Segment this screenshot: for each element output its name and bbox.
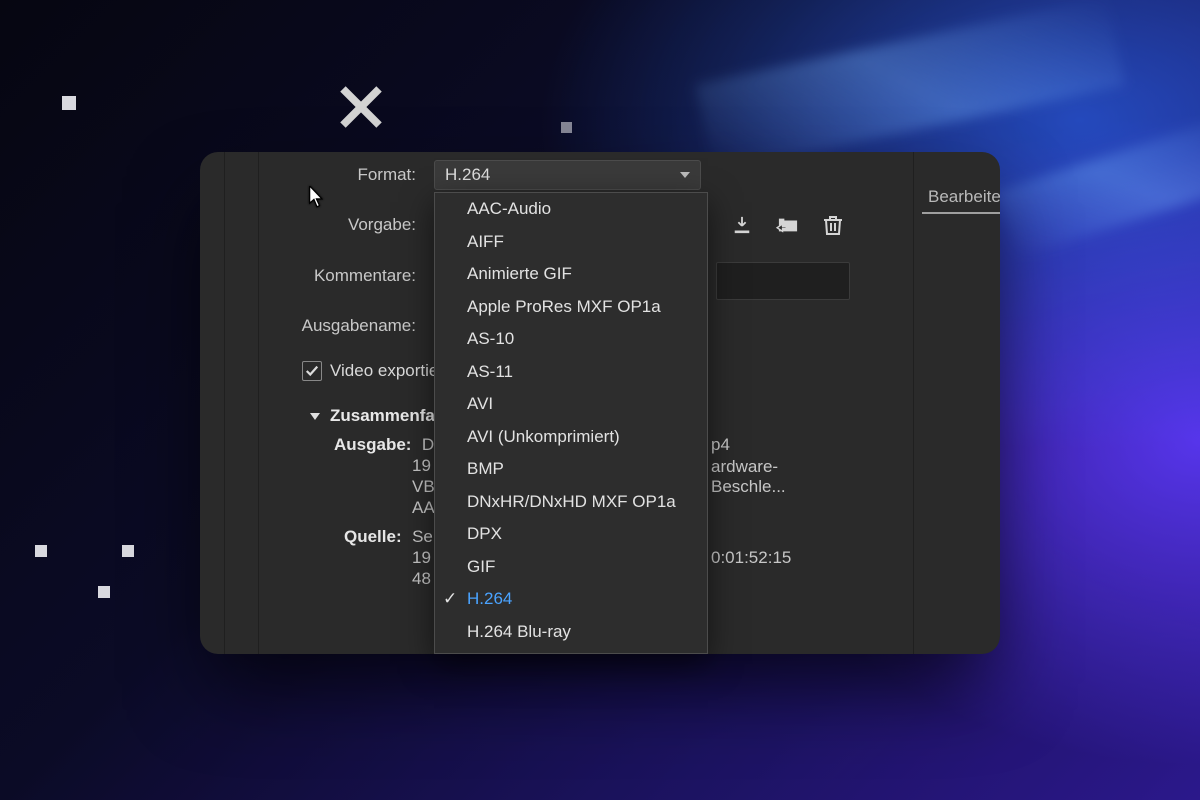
format-option-label: AIFF (467, 232, 504, 252)
format-option-label: DNxHR/DNxHD MXF OP1a (467, 492, 676, 512)
label-source: Quelle: (344, 527, 402, 546)
format-dropdown[interactable]: H.264 (434, 160, 701, 190)
format-option-label: AVI (Unkomprimiert) (467, 427, 620, 447)
summary-source: Se (412, 527, 433, 546)
export-video-checkbox[interactable] (302, 361, 322, 381)
download-icon[interactable] (731, 215, 753, 235)
format-option[interactable]: GIF (435, 551, 707, 584)
format-option-label: H.264 Blu-ray (467, 622, 571, 642)
format-selected-value: H.264 (445, 165, 490, 185)
summary-toggle[interactable]: Zusammenfa (310, 406, 435, 426)
format-option[interactable]: AIFF (435, 226, 707, 259)
close-icon[interactable] (332, 78, 390, 136)
format-option[interactable]: ✓ H.264 (435, 583, 707, 616)
summary-hw: ardware-Beschle... (711, 457, 850, 497)
format-option[interactable]: AS-10 (435, 323, 707, 356)
format-option[interactable]: Animierte GIF (435, 258, 707, 291)
decor-square (561, 122, 572, 133)
folder-arrow-icon[interactable] (775, 215, 801, 235)
format-option-label: Apple ProRes MXF OP1a (467, 297, 661, 317)
format-option[interactable]: HEVC (H.265) (435, 648, 707, 654)
comments-input[interactable] (716, 262, 850, 300)
format-option-label: AAC-Audio (467, 199, 551, 219)
format-option-label: Animierte GIF (467, 264, 572, 284)
decor-square (62, 96, 76, 110)
label-format: Format: (216, 165, 416, 185)
decor-square (122, 545, 134, 557)
format-option[interactable]: AVI (Unkomprimiert) (435, 421, 707, 454)
format-option[interactable]: BMP (435, 453, 707, 486)
format-option[interactable]: AAC-Audio (435, 193, 707, 226)
summary-timecode: 0:01:52:15 (711, 548, 791, 568)
checkmark-icon: ✓ (443, 589, 457, 609)
format-option[interactable]: AS-11 (435, 356, 707, 389)
chevron-down-icon (310, 413, 320, 420)
format-option-label: AVI (467, 394, 493, 414)
tab-edit[interactable]: Bearbeite (922, 182, 1000, 214)
tab-label: Bearbeite (928, 187, 1000, 207)
divider (913, 152, 914, 654)
summary-line: 48 (412, 568, 433, 589)
format-option-label: AS-11 (467, 362, 513, 382)
label-output-name: Ausgabename: (216, 316, 416, 336)
summary-ext: p4 (711, 435, 730, 455)
format-option-label: AS-10 (467, 329, 514, 349)
format-option[interactable]: AVI (435, 388, 707, 421)
label-output: Ausgabe: (334, 435, 411, 454)
export-video-label: Video exportie (330, 361, 438, 381)
decor-square (98, 586, 110, 598)
label-preset: Vorgabe: (216, 215, 416, 235)
format-option-label: BMP (467, 459, 504, 479)
format-option[interactable]: DPX (435, 518, 707, 551)
format-option[interactable]: H.264 Blu-ray (435, 616, 707, 649)
format-option[interactable]: Apple ProRes MXF OP1a (435, 291, 707, 324)
label-comments: Kommentare: (216, 266, 416, 286)
format-dropdown-menu[interactable]: AAC-Audio AIFF Animierte GIF Apple ProRes M… (434, 192, 708, 654)
format-option-label: GIF (467, 557, 495, 577)
format-option-label: DPX (467, 524, 502, 544)
chevron-down-icon (680, 172, 690, 178)
summary-title: Zusammenfa (330, 406, 435, 426)
trash-icon[interactable] (823, 214, 843, 236)
format-option-label: H.264 (467, 589, 512, 609)
decor-square (35, 545, 47, 557)
format-option[interactable]: DNxHR/DNxHD MXF OP1a (435, 486, 707, 519)
summary-line: 19 (412, 547, 433, 568)
